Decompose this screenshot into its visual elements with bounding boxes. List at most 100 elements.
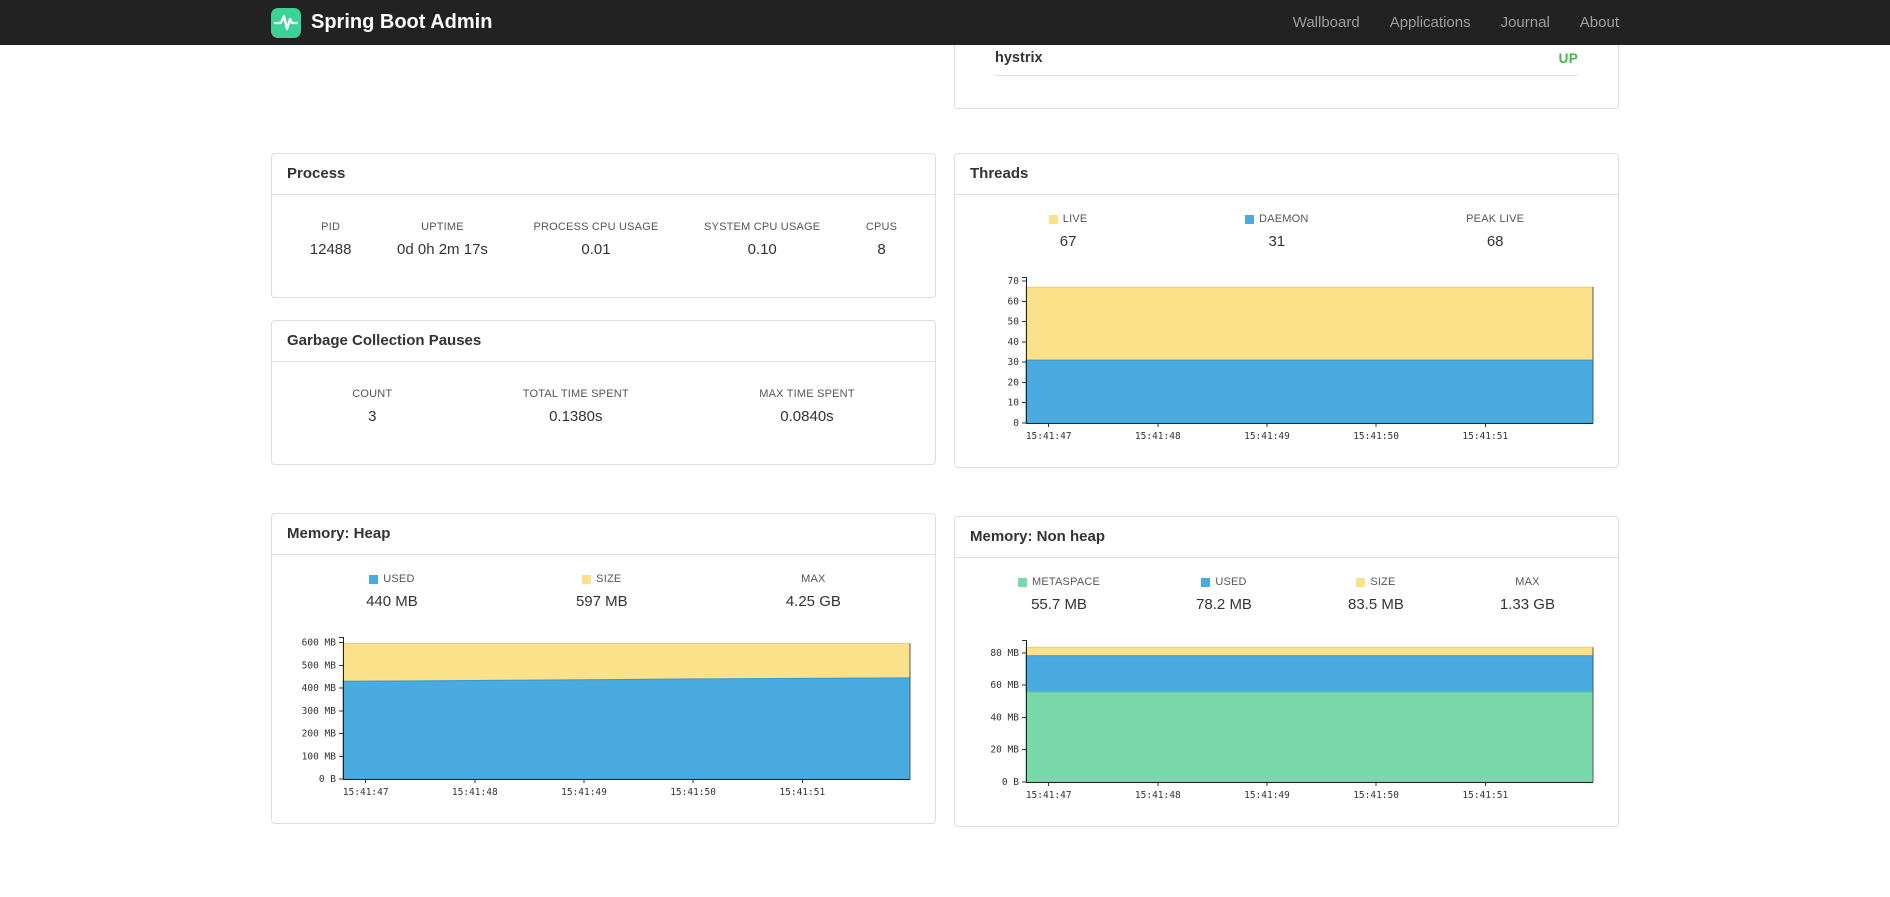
legend-nonheap-used: USED 78.2 MB xyxy=(1196,576,1252,613)
memory-nonheap-panel: Memory: Non heap METASPACE 55.7 MB USED xyxy=(954,516,1619,827)
legend-nonheap-size-label: SIZE xyxy=(1370,576,1396,588)
svg-text:15:41:51: 15:41:51 xyxy=(779,787,825,798)
legend-metaspace: METASPACE 55.7 MB xyxy=(1018,576,1100,614)
app-logo-icon xyxy=(271,7,301,38)
nonheap-used-swatch-icon xyxy=(1201,578,1211,587)
daemon-swatch-icon xyxy=(1245,215,1255,224)
svg-text:0 B: 0 B xyxy=(1002,777,1019,788)
nav-wallboard[interactable]: Wallboard xyxy=(1293,14,1360,31)
process-stats-row: PID 12488 UPTIME 0d 0h 2m 17s PROCESS CP… xyxy=(287,221,920,259)
svg-text:60 MB: 60 MB xyxy=(990,680,1019,691)
svg-text:400 MB: 400 MB xyxy=(302,683,337,694)
legend-daemon: DAEMON 31 xyxy=(1245,213,1308,251)
legend-live-label: LIVE xyxy=(1062,213,1088,225)
status-badge: UP xyxy=(1558,50,1578,66)
threads-chart: 0 10 20 30 40 50 60 70 15:41:47 15:41:48 15:41:49 1… xyxy=(970,269,1603,449)
svg-text:15:41:50: 15:41:50 xyxy=(1353,790,1399,801)
svg-text:20: 20 xyxy=(1008,377,1020,388)
gc-stats-row: COUNT 3 TOTAL TIME SPENT 0.1380s MAX TIM… xyxy=(287,388,920,426)
gc-panel-title: Garbage Collection Pauses xyxy=(272,321,935,362)
stat-cpus: CPUS 8 xyxy=(865,221,898,258)
svg-text:15:41:48: 15:41:48 xyxy=(1135,431,1181,442)
threads-panel: Threads LIVE 67 DAEMON 31 PEAK LIVE 68 0… xyxy=(954,153,1619,468)
svg-text:200 MB: 200 MB xyxy=(302,729,337,740)
svg-text:15:41:49: 15:41:49 xyxy=(1244,790,1290,801)
legend-heap-size-label: SIZE xyxy=(596,573,622,585)
svg-text:30: 30 xyxy=(1008,357,1020,368)
health-panel: hystrix UP xyxy=(954,45,1619,109)
memory-heap-panel: Memory: Heap USED 440 MB SIZE 597 MB MAX… xyxy=(271,513,936,824)
svg-text:15:41:48: 15:41:48 xyxy=(452,787,498,798)
stat-system-cpu-usage: SYSTEM CPU USAGE 0.10 xyxy=(704,221,821,258)
navbar: Spring Boot Admin Wallboard Applications… xyxy=(0,0,1890,45)
brand-link[interactable]: Spring Boot Admin xyxy=(271,7,493,38)
svg-text:50: 50 xyxy=(1008,317,1020,328)
stat-pid: PID 12488 xyxy=(309,221,352,258)
gc-panel: Garbage Collection Pauses COUNT 3 TOTAL … xyxy=(271,320,936,465)
nav-about[interactable]: About xyxy=(1580,14,1619,31)
threads-panel-title: Threads xyxy=(955,154,1618,195)
stat-gc-total-time: TOTAL TIME SPENT 0.1380s xyxy=(522,388,629,425)
svg-text:15:41:51: 15:41:51 xyxy=(1462,431,1508,442)
svg-text:70: 70 xyxy=(1008,276,1020,287)
legend-live: LIVE 67 xyxy=(1048,213,1088,251)
svg-text:300 MB: 300 MB xyxy=(302,706,337,717)
stat-uptime: UPTIME 0d 0h 2m 17s xyxy=(397,221,488,258)
legend-heap-used: USED 440 MB xyxy=(366,573,418,610)
memory-heap-panel-body: USED 440 MB SIZE 597 MB MAX 4.25 GB 0 B … xyxy=(272,555,935,823)
legend-nonheap-used-label: USED xyxy=(1215,576,1247,588)
nav-links: Wallboard Applications Journal About xyxy=(1293,14,1619,31)
metaspace-swatch-icon xyxy=(1018,578,1028,587)
svg-text:500 MB: 500 MB xyxy=(302,660,337,671)
left-column: Process PID 12488 UPTIME 0d 0h 2m 17s PR… xyxy=(271,45,936,824)
live-swatch-icon xyxy=(1048,215,1058,224)
nonheap-legend-row: METASPACE 55.7 MB USED 78.2 MB SIZE 83.5… xyxy=(970,576,1603,614)
memory-heap-chart: 0 B 100 MB 200 MB 300 MB 400 MB 500 MB 600 MB 1… xyxy=(287,629,920,805)
svg-text:0: 0 xyxy=(1013,418,1019,429)
nonheap-size-swatch-icon xyxy=(1356,578,1366,587)
svg-text:10: 10 xyxy=(1008,398,1020,409)
memory-nonheap-panel-title: Memory: Non heap xyxy=(955,517,1618,558)
legend-nonheap-size: SIZE 83.5 MB xyxy=(1348,576,1404,613)
svg-text:0 B: 0 B xyxy=(319,774,336,785)
threads-panel-body: LIVE 67 DAEMON 31 PEAK LIVE 68 0 10 20 3… xyxy=(955,195,1618,467)
threads-legend-row: LIVE 67 DAEMON 31 PEAK LIVE 68 xyxy=(970,213,1603,251)
legend-heap-used-label: USED xyxy=(383,573,415,585)
svg-text:100 MB: 100 MB xyxy=(302,751,337,762)
stat-process-cpu-usage: PROCESS CPU USAGE 0.01 xyxy=(533,221,659,258)
svg-text:15:41:50: 15:41:50 xyxy=(670,787,716,798)
stat-gc-count: COUNT 3 xyxy=(352,388,393,425)
memory-nonheap-panel-body: METASPACE 55.7 MB USED 78.2 MB SIZE 83.5… xyxy=(955,558,1618,826)
svg-text:15:41:47: 15:41:47 xyxy=(1026,790,1072,801)
nav-applications[interactable]: Applications xyxy=(1390,14,1471,31)
svg-text:15:41:51: 15:41:51 xyxy=(1462,790,1508,801)
legend-heap-size: SIZE 597 MB xyxy=(575,573,628,610)
heap-size-swatch-icon xyxy=(582,575,592,584)
process-panel-title: Process xyxy=(272,154,935,195)
svg-text:80 MB: 80 MB xyxy=(990,648,1019,659)
stat-gc-max-time: MAX TIME SPENT 0.0840s xyxy=(759,388,855,425)
legend-daemon-label: DAEMON xyxy=(1259,213,1309,225)
health-row-hystrix[interactable]: hystrix UP xyxy=(995,45,1578,76)
process-panel: Process PID 12488 UPTIME 0d 0h 2m 17s PR… xyxy=(271,153,936,298)
svg-text:20 MB: 20 MB xyxy=(990,745,1019,756)
svg-text:15:41:47: 15:41:47 xyxy=(1026,431,1072,442)
process-panel-body: PID 12488 UPTIME 0d 0h 2m 17s PROCESS CP… xyxy=(272,195,935,297)
svg-text:15:41:50: 15:41:50 xyxy=(1353,431,1399,442)
main-content: Process PID 12488 UPTIME 0d 0h 2m 17s PR… xyxy=(256,45,1634,897)
svg-text:15:41:49: 15:41:49 xyxy=(1244,431,1290,442)
svg-text:15:41:48: 15:41:48 xyxy=(1135,790,1181,801)
memory-nonheap-chart: 0 B 20 MB 40 MB 60 MB 80 MB 15:41:47 15:41:48 1… xyxy=(970,632,1603,808)
legend-heap-max: MAX 4.25 GB xyxy=(785,573,841,610)
heap-legend-row: USED 440 MB SIZE 597 MB MAX 4.25 GB xyxy=(287,573,920,611)
legend-nonheap-max: MAX 1.33 GB xyxy=(1499,576,1555,613)
svg-text:15:41:49: 15:41:49 xyxy=(561,787,607,798)
navbar-inner: Spring Boot Admin Wallboard Applications… xyxy=(256,0,1634,45)
svg-text:600 MB: 600 MB xyxy=(302,638,337,649)
legend-metaspace-label: METASPACE xyxy=(1032,576,1101,588)
heap-used-swatch-icon xyxy=(369,575,379,584)
brand-title: Spring Boot Admin xyxy=(311,11,493,33)
nav-journal[interactable]: Journal xyxy=(1501,14,1550,31)
svg-text:60: 60 xyxy=(1008,296,1020,307)
memory-heap-panel-title: Memory: Heap xyxy=(272,514,935,555)
